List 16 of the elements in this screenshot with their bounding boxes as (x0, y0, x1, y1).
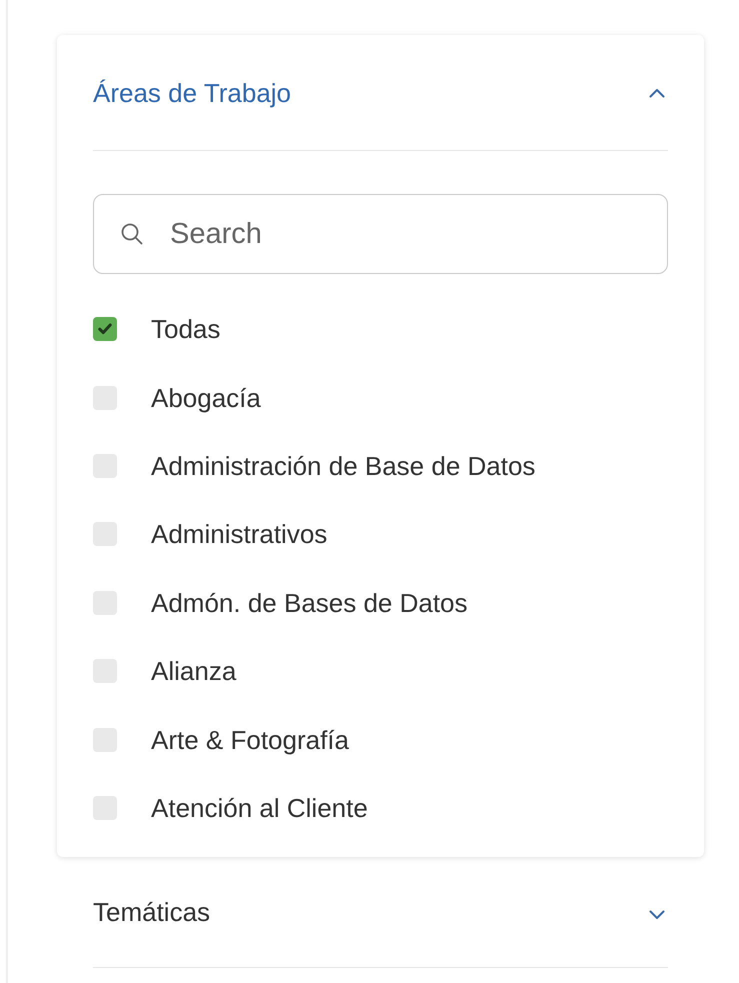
section-title[interactable]: Áreas de Trabajo (93, 76, 292, 108)
option-label[interactable]: Atención al Cliente (151, 792, 368, 824)
option-label[interactable]: Arte & Fotografía (151, 724, 349, 756)
option-label[interactable]: Todas (151, 313, 220, 346)
chevron-down-icon[interactable] (649, 910, 665, 920)
search-icon (121, 223, 143, 245)
search-field[interactable]: Search (93, 194, 668, 274)
option-label[interactable]: Abogacía (151, 382, 261, 414)
check-icon (98, 323, 112, 336)
chevron-up-icon[interactable] (649, 88, 665, 98)
option-label[interactable]: Admón. de Bases de Datos (151, 586, 468, 619)
option-label[interactable]: Administración de Base de Datos (151, 450, 536, 482)
checkbox[interactable] (93, 317, 117, 342)
section-title[interactable]: Temáticas (93, 896, 210, 928)
option-label[interactable]: Alianza (151, 655, 236, 688)
option-label[interactable]: Administrativos (151, 518, 328, 550)
